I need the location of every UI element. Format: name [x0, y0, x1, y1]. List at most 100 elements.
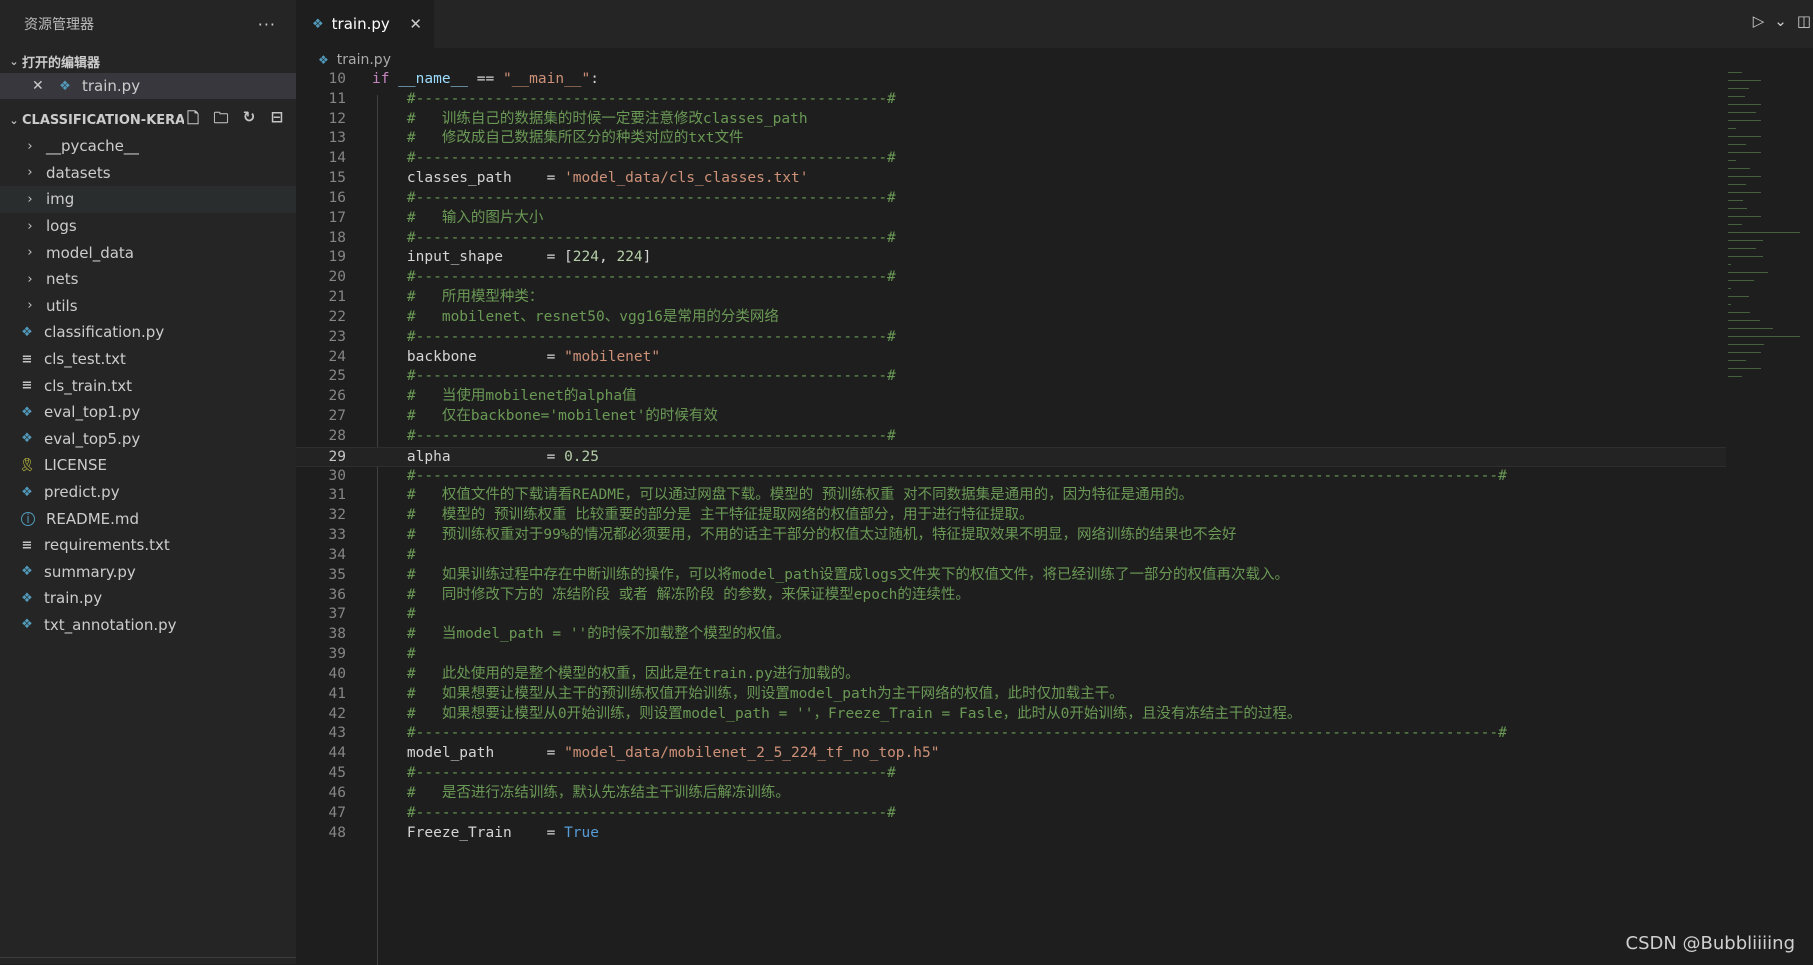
tree-item[interactable]: › img [0, 186, 296, 213]
code-line[interactable]: 46 # 是否进行冻结训练，默认先冻结主干训练后解冻训练。 [296, 784, 1726, 804]
tree-item[interactable]: ❖ train.py [0, 585, 296, 612]
code-line[interactable]: 19 input_shape = [224, 224] [296, 248, 1726, 268]
minimap-line [1728, 280, 1755, 281]
tree-item[interactable]: › logs [0, 213, 296, 240]
code-line[interactable]: 28 #------------------------------------… [296, 427, 1726, 447]
tree-item[interactable]: 🎗 LICENSE [0, 452, 296, 479]
code-token: alpha = [372, 448, 565, 465]
code-line[interactable]: 48 Freeze_Train = True [296, 824, 1726, 844]
code-token: # mobilenet、resnet50、vgg16是常用的分类网络 [406, 308, 779, 325]
code-line[interactable]: 42 # 如果想要让模型从0开始训练，则设置model_path = ''，Fr… [296, 705, 1726, 725]
code-line[interactable]: 11 #------------------------------------… [296, 90, 1726, 110]
code-line[interactable]: 23 #------------------------------------… [296, 328, 1726, 348]
tab-label: train.py [331, 15, 390, 33]
open-editor-item-train[interactable]: ✕ ❖ train.py [0, 73, 296, 99]
code-line[interactable]: 12 # 训练自己的数据集的时候一定要注意修改classes_path [296, 110, 1726, 130]
code-line[interactable]: 20 #------------------------------------… [296, 268, 1726, 288]
code-line[interactable]: 24 backbone = "mobilenet" [296, 348, 1726, 368]
code-token: ] [642, 249, 652, 266]
chevron-down-icon[interactable]: ⌄ [1774, 12, 1787, 30]
code-line[interactable]: 40 # 此处使用的是整个模型的权重，因此是在train.py进行加载的。 [296, 665, 1726, 685]
code-line[interactable]: 26 # 当使用mobilenet的alpha值 [296, 387, 1726, 407]
python-file-icon: ❖ [59, 78, 71, 94]
code-line[interactable]: 44 model_path = "model_data/mobilenet_2_… [296, 744, 1726, 764]
project-folder-header[interactable]: ⌄ CLASSIFICATION-KERA... 🗋 🗀 ↻ ⊟ [0, 107, 296, 133]
tree-item[interactable]: ❖ eval_top1.py [0, 399, 296, 426]
code-line[interactable]: 47 #------------------------------------… [296, 804, 1726, 824]
code-line[interactable]: 21 # 所用模型种类： [296, 288, 1726, 308]
code-line[interactable]: 10 if __name__ == "__main__": [296, 70, 1726, 90]
tab-train-py[interactable]: ❖ train.py ✕ [296, 0, 434, 48]
close-icon[interactable]: ✕ [32, 78, 50, 94]
tree-item[interactable]: › __pycache__ [0, 133, 296, 160]
refresh-icon[interactable]: ↻ [240, 108, 258, 133]
new-folder-icon[interactable]: 🗀 [212, 108, 230, 133]
line-number: 16 [328, 189, 346, 206]
tree-item[interactable]: ❖ classification.py [0, 319, 296, 346]
code-line[interactable]: 45 #------------------------------------… [296, 764, 1726, 784]
tree-item[interactable]: ≡ cls_train.txt [0, 372, 296, 399]
code-line[interactable]: 13 # 修改成自己数据集所区分的种类对应的txt文件 [296, 129, 1726, 149]
split-editor-icon[interactable]: ◫ [1797, 12, 1811, 30]
code-line[interactable]: 36 # 同时修改下方的 冻结阶段 或者 解冻阶段 的参数，来保证模型epoch… [296, 586, 1726, 606]
chevron-right-icon: › [27, 191, 33, 207]
code-line[interactable]: 18 #------------------------------------… [296, 229, 1726, 249]
tree-item[interactable]: ≡ cls_test.txt [0, 346, 296, 373]
line-number: 25 [328, 368, 346, 385]
tree-item[interactable]: ❖ txt_annotation.py [0, 612, 296, 639]
code-line[interactable]: 41 # 如果想要让模型从主干的预训练权值开始训练，则设置model_path为… [296, 685, 1726, 705]
tree-item-label: cls_train.txt [44, 376, 133, 395]
more-actions-icon[interactable]: ··· [258, 15, 276, 34]
tree-item[interactable]: ❖ eval_top5.py [0, 426, 296, 453]
breadcrumb-file[interactable]: train.py [337, 52, 391, 68]
code-line[interactable]: 14 #------------------------------------… [296, 149, 1726, 169]
code-line[interactable]: 43 #------------------------------------… [296, 724, 1726, 744]
tree-item[interactable]: › model_data [0, 239, 296, 266]
code-line[interactable]: 22 # mobilenet、resnet50、vgg16是常用的分类网络 [296, 308, 1726, 328]
code-token: #---------------------------------------… [406, 368, 896, 385]
code-editor[interactable]: 10 if __name__ == "__main__": 11 #--------… [296, 70, 1726, 965]
code-line[interactable]: 31 # 权值文件的下载请看README，可以通过网盘下载。模型的 预训练权重 … [296, 486, 1726, 506]
code-token: __name__ [398, 71, 469, 87]
code-line[interactable]: 25 #------------------------------------… [296, 367, 1726, 387]
code-line[interactable]: 35 # 如果训练过程中存在中断训练的操作，可以将model_path设置成lo… [296, 566, 1726, 586]
code-line[interactable]: 27 # 仅在backbone='mobilenet'的时候有效 [296, 407, 1726, 427]
tree-item[interactable]: i README.md [0, 505, 296, 532]
open-editors-header[interactable]: ⌄ 打开的编辑器 [0, 49, 296, 73]
code-line[interactable]: 16 #------------------------------------… [296, 189, 1726, 209]
code-line[interactable]: 33 # 预训练权重对于99%的情况都必须要用，不用的话主干部分的权值太过随机，… [296, 526, 1726, 546]
python-file-icon: ❖ [318, 53, 329, 67]
code-token: , [599, 249, 617, 266]
code-line[interactable]: 32 # 模型的 预训练权重 比较重要的部分是 主干特征提取网络的权值部分，用于… [296, 506, 1726, 526]
line-number: 23 [328, 328, 346, 345]
minimap[interactable] [1726, 72, 1813, 492]
code-line[interactable]: 34 # [296, 546, 1726, 566]
minimap-line [1728, 320, 1761, 321]
code-line[interactable]: 17 # 输入的图片大小 [296, 209, 1726, 229]
tree-item[interactable]: › datasets [0, 160, 296, 187]
tree-item[interactable]: › nets [0, 266, 296, 293]
tree-item[interactable]: ≡ requirements.txt [0, 532, 296, 559]
code-line[interactable]: 29 alpha = 0.25 [296, 446, 1726, 467]
code-line[interactable]: 38 # 当model_path = ''的时候不加载整个模型的权值。 [296, 625, 1726, 645]
code-token: # 如果想要让模型从0开始训练，则设置model_path = ''，Freez… [406, 705, 1302, 722]
line-number: 36 [328, 586, 346, 603]
code-line[interactable]: 15 classes_path = 'model_data/cls_classe… [296, 169, 1726, 189]
code-line[interactable]: 30 #------------------------------------… [296, 467, 1726, 487]
tree-item[interactable]: ❖ predict.py [0, 479, 296, 506]
new-file-icon[interactable]: 🗋 [184, 108, 202, 133]
tree-item[interactable]: ❖ summary.py [0, 559, 296, 586]
tree-item[interactable]: › utils [0, 293, 296, 320]
code-token: # 仅在backbone='mobilenet'的时候有效 [406, 408, 718, 425]
code-token: 224 [616, 249, 643, 266]
minimap-line [1728, 232, 1800, 233]
collapse-all-icon[interactable]: ⊟ [268, 108, 286, 133]
chevron-down-icon: ⌄ [9, 54, 19, 68]
python-file-icon: ❖ [21, 404, 33, 420]
code-line[interactable]: 37 # [296, 605, 1726, 625]
code-line[interactable]: 39 # [296, 645, 1726, 665]
run-icon[interactable]: ▷ [1753, 12, 1765, 30]
close-icon[interactable]: ✕ [409, 15, 422, 33]
